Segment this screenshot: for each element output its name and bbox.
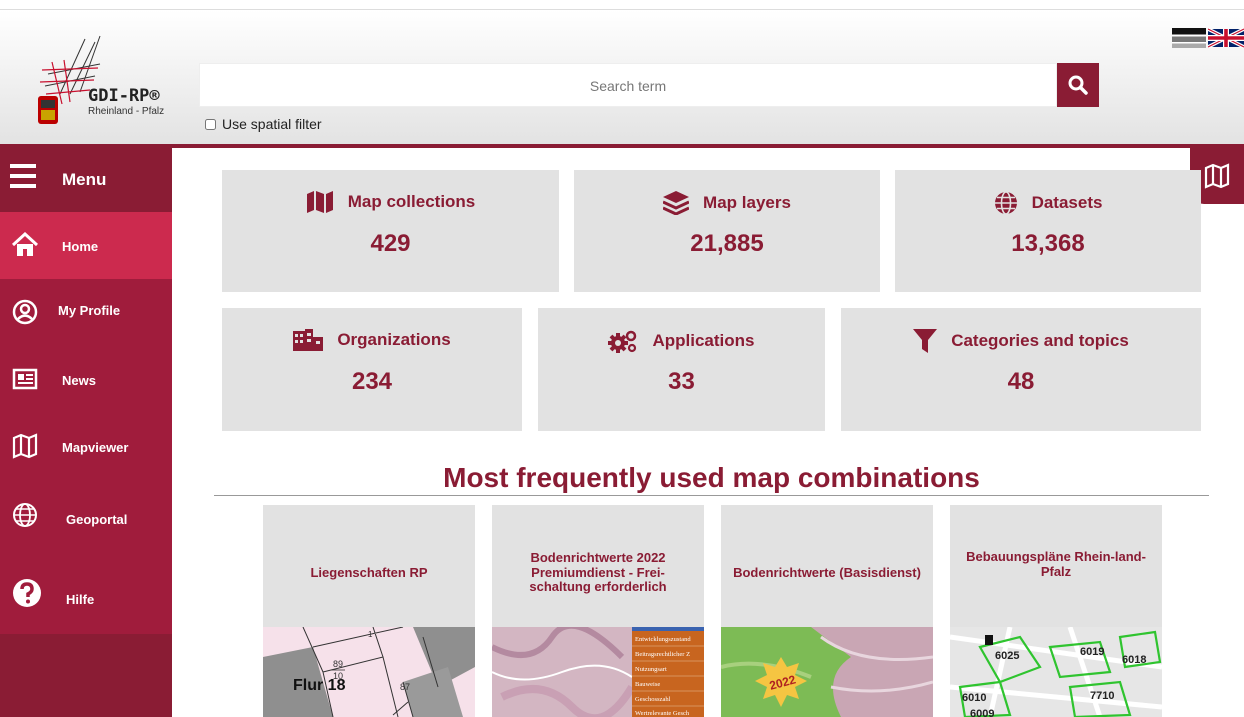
menu-toggle[interactable]: Menu (0, 148, 172, 212)
header-divider (0, 144, 1244, 148)
stat-card-organizations[interactable]: Organizations 234 (222, 308, 522, 431)
globe-icon (994, 191, 1017, 215)
plan-label: 6018 (1122, 654, 1146, 666)
user-circle-icon (12, 299, 38, 325)
stat-value: 234 (351, 368, 393, 395)
newspaper-icon (12, 368, 38, 390)
combination-thumbnail: Entwicklungszustand Beitragsrechtlicher … (492, 627, 704, 717)
combination-card-bodenrichtwerte-premium[interactable]: Bodenrichtwerte 2022 Premiumdienst - Fre… (492, 505, 704, 717)
plan-label: 6025 (995, 650, 1019, 662)
stat-value: 48 (1007, 368, 1035, 395)
logo-graphic-icon (38, 35, 101, 124)
search-icon (1068, 75, 1088, 95)
sidebar-item-label: Home (62, 239, 99, 254)
search-input[interactable]: Search term (199, 63, 1057, 107)
layers-icon (663, 191, 690, 215)
spatial-filter-checkbox[interactable] (205, 118, 216, 130)
sidebar-item-mapviewer[interactable]: Mapviewer (0, 413, 172, 480)
sidebar-item-label: My Profile (58, 303, 121, 318)
spatial-filter[interactable]: Use spatial filter (205, 116, 322, 132)
plan-label: 6009 (970, 708, 994, 717)
search-button[interactable] (1057, 63, 1099, 107)
stat-label: Organizations (337, 330, 451, 349)
combination-thumbnail: 2022 (721, 627, 933, 717)
sidebar-item-label: Hilfe (66, 592, 95, 607)
sidebar-item-label: News (62, 373, 96, 388)
stat-value: 13,368 (1011, 230, 1085, 257)
combination-title: Bodenrichtwerte 2022 Premiumdienst - Fre… (529, 549, 667, 595)
sidebar-item-my-profile[interactable]: My Profile (0, 279, 172, 346)
plan-label: 7710 (1090, 690, 1114, 702)
stat-label: Map layers (703, 193, 791, 212)
combination-thumbnail: 6025 6019 6018 6010 7710 6009 (950, 627, 1162, 717)
sidebar-item-geoportal[interactable]: Geoportal (0, 480, 172, 550)
flur-label: Flur 18 (293, 677, 346, 694)
sidebar-item-hilfe[interactable]: Hilfe (0, 550, 172, 634)
logo-title: GDI-RP® (88, 86, 160, 106)
map-icon (306, 191, 333, 213)
section-title: Most frequently used map combinations (443, 462, 980, 493)
combination-title: Bodenrichtwerte (Basisdienst) (733, 564, 921, 580)
filter-icon (913, 329, 938, 353)
combination-card-bebauungsplaene[interactable]: Bebauungspläne Rhein-land-Pfalz 6025 601… (950, 505, 1162, 717)
plan-label: 6019 (1080, 646, 1104, 658)
menu-label: Menu (62, 170, 107, 189)
menu-line: Nutzungsart (635, 666, 667, 673)
stat-card-categories[interactable]: Categories and topics 48 (841, 308, 1201, 431)
stat-label: Categories and topics (951, 331, 1129, 350)
top-border (0, 0, 1244, 10)
stat-card-map-layers[interactable]: Map layers 21,885 (574, 170, 880, 292)
parcel-number: 1 (368, 630, 373, 639)
globe-icon (13, 503, 37, 527)
menu-line: Geschosszahl (635, 696, 671, 703)
german-flag-icon[interactable] (1172, 28, 1206, 48)
hamburger-icon (10, 164, 36, 188)
combination-card-liegenschaften[interactable]: Liegenschaften RP 89 10 Flur 18 87 1 (263, 505, 475, 717)
uk-flag-icon[interactable] (1208, 28, 1244, 48)
plan-label: 6010 (962, 692, 986, 704)
gdi-rp-logo[interactable]: GDI-RP® Rheinland - Pfalz (30, 34, 180, 134)
menu-line: Entwicklungszustand (635, 636, 691, 643)
menu-line: Wertrelevante Gesch (635, 710, 690, 717)
stat-value: 21,885 (690, 230, 764, 257)
stat-card-datasets[interactable]: Datasets 13,368 (895, 170, 1201, 292)
gears-icon (608, 330, 637, 353)
spatial-filter-label: Use spatial filter (222, 116, 322, 132)
menu-line: Bauweise (635, 681, 660, 688)
sidebar: Menu Home My Profile News Mapviewer Geop… (0, 148, 172, 717)
stat-value: 33 (668, 368, 695, 395)
stat-card-applications[interactable]: Applications 33 (538, 308, 825, 431)
header: GDI-RP® Rheinland - Pfalz Search term Us… (0, 10, 1244, 144)
parcel-number: 89 (333, 659, 343, 669)
parcel-number: 87 (400, 682, 410, 692)
map-icon (1204, 163, 1230, 189)
sidebar-item-home[interactable]: Home (0, 212, 172, 279)
logo-subtitle: Rheinland - Pfalz (88, 106, 165, 117)
stat-value: 429 (370, 230, 411, 257)
combination-title: Liegenschaften RP (310, 564, 428, 580)
sidebar-item-label: Geoportal (66, 512, 128, 527)
stat-card-map-collections[interactable]: Map collections 429 (222, 170, 559, 292)
sidebar-item-label: Mapviewer (62, 440, 129, 455)
language-switcher (1172, 28, 1244, 48)
stat-label: Applications (652, 331, 755, 350)
combination-title: Bebauungspläne Rhein-land-Pfalz (966, 549, 1146, 579)
sidebar-item-news[interactable]: News (0, 346, 172, 413)
menu-line: Beitragsrechtlicher Z (635, 651, 690, 658)
transit-icon (985, 635, 993, 645)
help-icon (13, 579, 41, 607)
map-icon (12, 433, 38, 459)
stat-label: Map collections (347, 192, 476, 211)
buildings-icon (293, 329, 324, 351)
home-icon (12, 232, 38, 256)
combination-thumbnail: 89 10 Flur 18 87 1 (263, 627, 475, 717)
stat-label: Datasets (1031, 193, 1103, 212)
section-divider (214, 495, 1209, 496)
combination-card-bodenrichtwerte-basis[interactable]: Bodenrichtwerte (Basisdienst) 2022 (721, 505, 933, 717)
